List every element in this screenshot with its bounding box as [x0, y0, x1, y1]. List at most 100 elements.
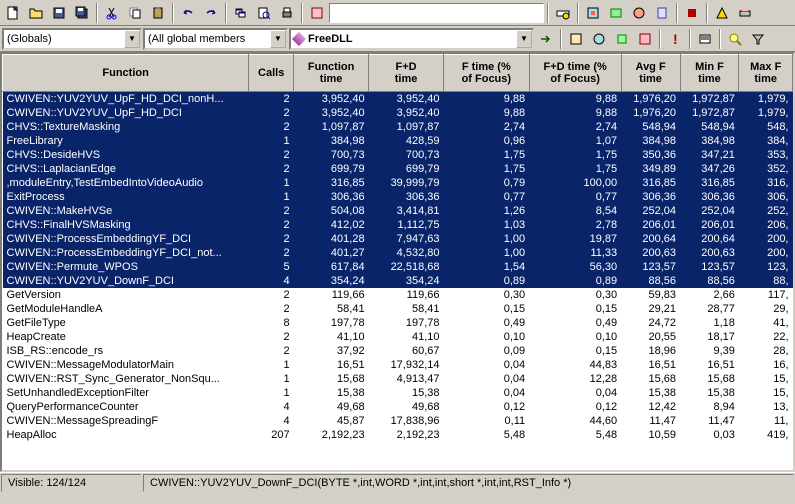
table-row[interactable]: HeapCreate241,1041,100,100,1020,5518,172…: [3, 330, 793, 344]
table-row[interactable]: CWIVEN::RST_Sync_Generator_NonSqu...115,…: [3, 372, 793, 386]
value-cell: 1,54: [444, 260, 530, 274]
value-cell: 306,36: [294, 190, 369, 204]
window-list-icon[interactable]: [230, 2, 252, 24]
table-row[interactable]: CWIVEN::Permute_WPOS5617,8422,518,681,54…: [3, 260, 793, 274]
nav-b-icon[interactable]: [605, 2, 627, 24]
search-input[interactable]: [329, 3, 544, 23]
column-header[interactable]: Functiontime: [294, 55, 369, 92]
status-bar: Visible: 124/124 CWIVEN::YUV2YUV_DownF_D…: [0, 472, 795, 492]
table-row[interactable]: QueryPerformanceCounter449,6849,680,120,…: [3, 400, 793, 414]
column-header[interactable]: Max Ftime: [739, 55, 793, 92]
module-dropdown[interactable]: FreeDLL ▼: [289, 28, 534, 50]
table-row[interactable]: CHVS::TextureMasking21,097,871,097,872,7…: [3, 120, 793, 134]
save-all-icon[interactable]: [71, 2, 93, 24]
value-cell: 29,21: [621, 302, 680, 316]
value-cell: 699,79: [369, 162, 444, 176]
table-row[interactable]: CWIVEN::YUV2YUV_UpF_HD_DCI23,952,403,952…: [3, 106, 793, 120]
nav-c-icon[interactable]: [628, 2, 650, 24]
new-file-icon[interactable]: [2, 2, 24, 24]
tool-a-icon[interactable]: [306, 2, 328, 24]
filter-icon[interactable]: [747, 28, 769, 50]
table-row[interactable]: HeapAlloc2072,192,232,192,235,485,4810,5…: [3, 428, 793, 442]
value-cell: 200,64: [621, 232, 680, 246]
value-cell: 0,79: [444, 176, 530, 190]
value-cell: 0,15: [444, 302, 530, 316]
tool-f-icon[interactable]: [734, 2, 756, 24]
column-header[interactable]: F+D time (%of Focus): [529, 55, 621, 92]
chevron-down-icon[interactable]: ▼: [516, 30, 532, 48]
table-row[interactable]: GetFileType8197,78197,780,490,4924,721,1…: [3, 316, 793, 330]
open-file-icon[interactable]: [25, 2, 47, 24]
value-cell: 11,47: [621, 414, 680, 428]
value-cell: 0,11: [444, 414, 530, 428]
table-row[interactable]: CWIVEN::YUV2YUV_UpF_HD_DCI_nonH...23,952…: [3, 92, 793, 106]
value-cell: 2: [249, 344, 294, 358]
table-row[interactable]: CWIVEN::ProcessEmbeddingYF_DCI_not...240…: [3, 246, 793, 260]
table-row[interactable]: CHVS::DesideHVS2700,73700,731,751,75350,…: [3, 148, 793, 162]
table-row[interactable]: CHVS::LaplacianEdge2699,79699,791,751,75…: [3, 162, 793, 176]
stop-icon[interactable]: [681, 2, 703, 24]
value-cell: 401,28: [294, 232, 369, 246]
save-icon[interactable]: [48, 2, 70, 24]
value-cell: 1,972,87: [680, 106, 739, 120]
search-yellow-icon[interactable]: [724, 28, 746, 50]
nav-a-icon[interactable]: [582, 2, 604, 24]
undo-icon[interactable]: [177, 2, 199, 24]
function-cell: CWIVEN::YUV2YUV_UpF_HD_DCI: [3, 106, 249, 120]
column-header[interactable]: Min Ftime: [680, 55, 739, 92]
members-dropdown[interactable]: (All global members ▼: [143, 28, 288, 50]
profile-d-icon[interactable]: [634, 28, 656, 50]
table-row[interactable]: ,moduleEntry,TestEmbedIntoVideoAudio1316…: [3, 176, 793, 190]
redo-icon[interactable]: [200, 2, 222, 24]
value-cell: 1: [249, 134, 294, 148]
diamond-icon: [292, 31, 306, 45]
table-row[interactable]: SetUnhandledExceptionFilter115,3815,380,…: [3, 386, 793, 400]
value-cell: 5,48: [444, 428, 530, 442]
profile-c-icon[interactable]: [611, 28, 633, 50]
profile-grid[interactable]: FunctionCallsFunctiontimeF+DtimeF time (…: [0, 52, 795, 472]
value-cell: 1,75: [529, 162, 621, 176]
print-icon[interactable]: [276, 2, 298, 24]
value-cell: 88,56: [680, 274, 739, 288]
table-row[interactable]: ISB_RS::encode_rs237,9260,670,090,1518,9…: [3, 344, 793, 358]
table-row[interactable]: CHVS::FinalHVSMasking2412,021,112,751,03…: [3, 218, 793, 232]
value-cell: 207: [249, 428, 294, 442]
paste-icon[interactable]: [147, 2, 169, 24]
column-header[interactable]: F time (%of Focus): [444, 55, 530, 92]
goto-icon[interactable]: [535, 28, 557, 50]
table-row[interactable]: FreeLibrary1384,98428,590,961,07384,9838…: [3, 134, 793, 148]
table-row[interactable]: ExitProcess1306,36306,360,770,77306,3630…: [3, 190, 793, 204]
function-cell: CHVS::FinalHVSMasking: [3, 218, 249, 232]
value-cell: 2: [249, 218, 294, 232]
copy-icon[interactable]: [124, 2, 146, 24]
chevron-down-icon[interactable]: ▼: [270, 30, 286, 48]
column-header[interactable]: Calls: [249, 55, 294, 92]
value-cell: 16,51: [680, 358, 739, 372]
nav-d-icon[interactable]: [651, 2, 673, 24]
table-row[interactable]: CWIVEN::MessageSpreadingF445,8717,838,96…: [3, 414, 793, 428]
table-row[interactable]: CWIVEN::MessageModulatorMain116,5117,932…: [3, 358, 793, 372]
cut-icon[interactable]: [101, 2, 123, 24]
table-row[interactable]: CWIVEN::MakeHVSe2504,083,414,811,268,542…: [3, 204, 793, 218]
output-icon[interactable]: [694, 28, 716, 50]
profile-b-icon[interactable]: [588, 28, 610, 50]
value-cell: 41,10: [369, 330, 444, 344]
value-cell: 428,59: [369, 134, 444, 148]
column-header[interactable]: F+Dtime: [369, 55, 444, 92]
table-row[interactable]: GetVersion2119,66119,660,300,3059,832,66…: [3, 288, 793, 302]
exclaim-icon[interactable]: !: [664, 28, 686, 50]
table-row[interactable]: CWIVEN::YUV2YUV_DownF_DCI4354,24354,240,…: [3, 274, 793, 288]
column-header[interactable]: Function: [3, 55, 249, 92]
find-in-files-icon[interactable]: [253, 2, 275, 24]
scope-dropdown[interactable]: (Globals) ▼: [2, 28, 142, 50]
tool-e-icon[interactable]: [711, 2, 733, 24]
value-cell: 4: [249, 274, 294, 288]
value-cell: 1,75: [444, 162, 530, 176]
find-icon[interactable]: [552, 2, 574, 24]
value-cell: 49,68: [294, 400, 369, 414]
column-header[interactable]: Avg Ftime: [621, 55, 680, 92]
profile-a-icon[interactable]: [565, 28, 587, 50]
table-row[interactable]: GetModuleHandleA258,4158,410,150,1529,21…: [3, 302, 793, 316]
chevron-down-icon[interactable]: ▼: [124, 30, 140, 48]
table-row[interactable]: CWIVEN::ProcessEmbeddingYF_DCI2401,287,9…: [3, 232, 793, 246]
